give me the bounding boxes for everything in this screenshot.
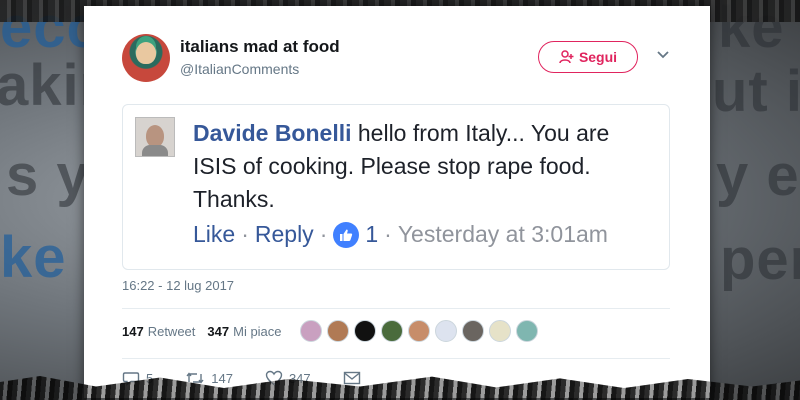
retweet-action-count: 147 — [211, 370, 233, 386]
bg-word: s y — [6, 143, 90, 208]
display-name[interactable]: italians mad at food — [180, 37, 340, 57]
add-user-icon — [559, 50, 574, 64]
liker-avatar[interactable] — [461, 320, 484, 342]
bg-word: per — [720, 227, 800, 292]
liker-avatar[interactable] — [299, 320, 322, 342]
liker-avatar[interactable] — [515, 320, 538, 342]
commenter-avatar — [135, 117, 175, 157]
comment-text-block: Davide Bonelli hello from Italy... You a… — [193, 117, 655, 216]
comment-actions: Like · Reply · 1 · Yesterday at 3:01am — [193, 221, 608, 248]
comment-like-link: Like — [193, 221, 236, 247]
thumbs-up-icon — [333, 221, 360, 248]
commenter-head — [146, 125, 164, 147]
retweet-label[interactable]: Retweet — [148, 324, 196, 339]
follow-button[interactable]: Segui — [538, 41, 638, 73]
separator: · — [241, 221, 249, 247]
liker-avatar[interactable] — [488, 320, 511, 342]
separator: · — [384, 221, 392, 247]
comment-like-count: 1 — [365, 221, 379, 247]
like-label[interactable]: Mi piace — [233, 324, 281, 339]
chevron-down-icon[interactable] — [654, 46, 672, 64]
liker-avatar[interactable] — [434, 320, 457, 342]
tweet-card: italians mad at food @ItalianComments Se… — [84, 6, 710, 398]
retweet-count[interactable]: 147 — [122, 324, 144, 339]
avatar-figure — [136, 42, 156, 64]
tweet-timestamp[interactable]: 16:22 - 12 lug 2017 — [122, 278, 234, 293]
liker-avatar[interactable] — [380, 320, 403, 342]
liker-avatar[interactable] — [407, 320, 430, 342]
embedded-comment-screenshot: Davide Bonelli hello from Italy... You a… — [122, 104, 670, 270]
avatar[interactable] — [122, 34, 170, 82]
liker-avatar[interactable] — [353, 320, 376, 342]
commenter-name: Davide Bonelli — [193, 120, 352, 146]
user-handle[interactable]: @ItalianComments — [180, 61, 299, 77]
divider — [122, 358, 670, 359]
tweet-header: italians mad at food @ItalianComments Se… — [122, 34, 680, 90]
liker-avatars — [299, 320, 538, 342]
follow-label: Segui — [578, 49, 618, 65]
tweet-stats: 147 Retweet 347 Mi piace — [122, 320, 538, 342]
liker-avatar[interactable] — [326, 320, 349, 342]
separator: · — [319, 221, 328, 247]
bg-word: ke — [0, 225, 67, 290]
commenter-body — [142, 145, 168, 156]
dm-button[interactable] — [343, 371, 361, 385]
envelope-icon — [343, 371, 360, 385]
divider — [122, 308, 670, 309]
bg-word: ut in — [712, 59, 800, 124]
comment-reply-link: Reply — [254, 221, 314, 247]
like-count[interactable]: 347 — [207, 324, 229, 339]
comment-time: Yesterday at 3:01am — [397, 221, 608, 247]
bg-word: y er — [716, 143, 800, 208]
